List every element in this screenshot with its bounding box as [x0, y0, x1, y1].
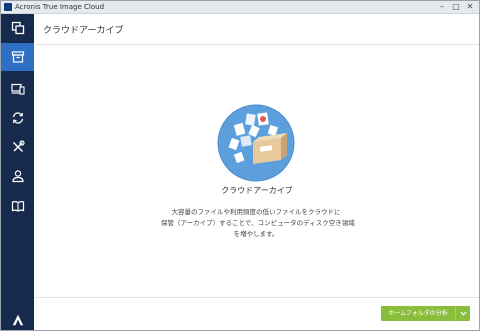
- acronis-logo-icon: [12, 314, 23, 326]
- app-window: Acronis True Image Cloud – □ ✕ クラウドアーカイブ…: [0, 0, 480, 331]
- maximize-button[interactable]: □: [449, 1, 463, 13]
- acronis-logo: [1, 310, 34, 330]
- archive-illustration: [217, 104, 295, 182]
- close-button[interactable]: ✕: [463, 1, 477, 13]
- window-title: Acronis True Image Cloud: [15, 3, 105, 11]
- description-line: 保管（アーカイブ）することで、コンピュータのディスク空き領域: [161, 219, 355, 227]
- user-icon: [11, 170, 24, 183]
- chevron-down-icon: [459, 311, 467, 316]
- page-title: クラウドアーカイブ: [43, 26, 124, 36]
- description-line: 大容量のファイルや利用頻度の低いファイルをクラウドに: [171, 208, 341, 216]
- archive-box-icon: [11, 51, 24, 63]
- copy-icon: [11, 21, 24, 35]
- sync-icon: [12, 112, 23, 124]
- archive-heading: クラウドアーカイブ: [221, 186, 293, 195]
- book-icon: [11, 201, 24, 212]
- archive-description: 大容量のファイルや利用頻度の低いファイルをクラウドに 保管（アーカイブ）すること…: [161, 207, 355, 240]
- dropdown-toggle[interactable]: [456, 306, 470, 321]
- description-line: を増やします。: [233, 230, 279, 238]
- sidebar-item-backup[interactable]: [1, 14, 34, 42]
- sidebar-item-account[interactable]: [1, 162, 34, 190]
- analyze-home-folder-button[interactable]: ホームフォルダの分析: [381, 306, 470, 321]
- sidebar-item-tools[interactable]: [1, 133, 34, 161]
- footer-bar: ホームフォルダの分析: [35, 297, 479, 330]
- title-bar: Acronis True Image Cloud – □ ✕: [1, 1, 479, 14]
- sidebar: [1, 14, 34, 330]
- devices-icon: [10, 83, 25, 95]
- app-icon: [4, 3, 12, 11]
- sidebar-item-sync[interactable]: [1, 104, 34, 132]
- analyze-button-label: ホームフォルダの分析: [388, 310, 448, 317]
- sidebar-item-archive[interactable]: [1, 43, 34, 71]
- tools-icon: [12, 140, 25, 152]
- minimize-button[interactable]: –: [435, 1, 449, 13]
- page-header: クラウドアーカイブ: [35, 14, 479, 45]
- sidebar-item-devices[interactable]: [1, 75, 34, 103]
- sidebar-item-help[interactable]: [1, 192, 34, 220]
